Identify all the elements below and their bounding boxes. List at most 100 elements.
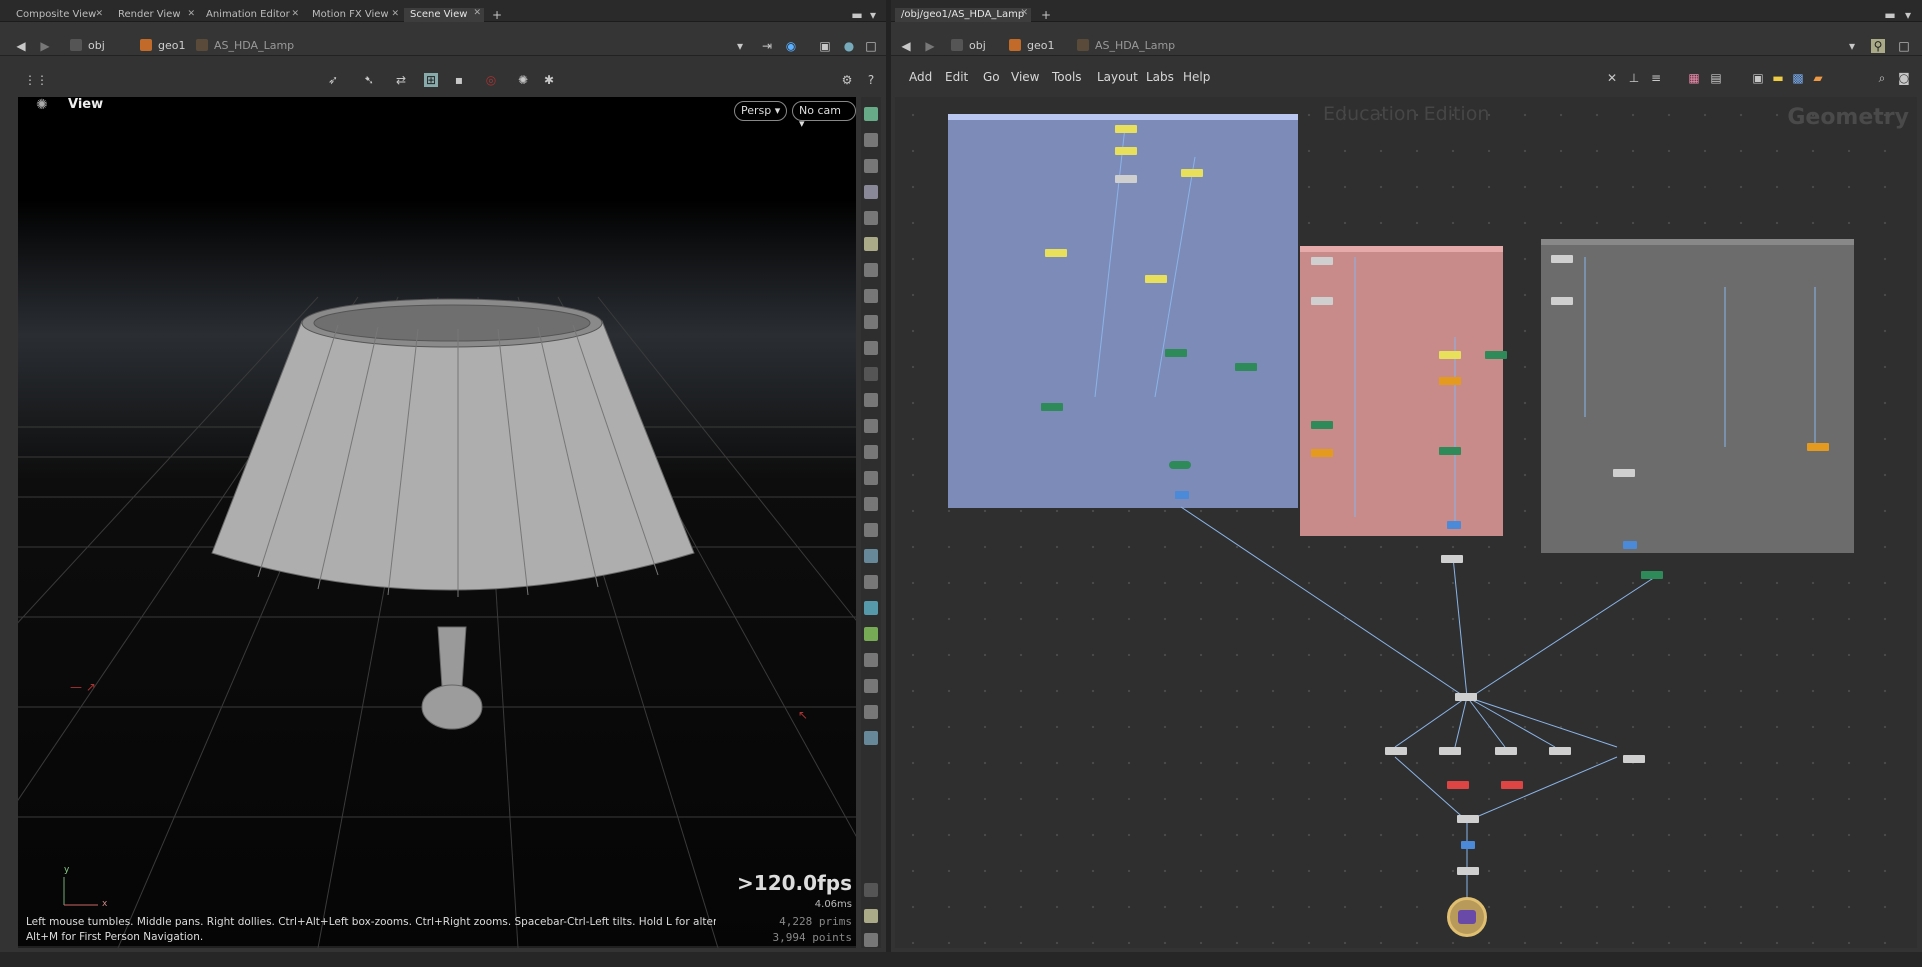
numbered-icon[interactable] xyxy=(864,445,878,459)
transform-tool-icon[interactable]: ➷ xyxy=(362,73,376,87)
light-icon[interactable] xyxy=(864,237,878,251)
pin-icon[interactable]: ⇥ xyxy=(760,39,774,53)
node[interactable] xyxy=(1551,297,1573,305)
display-icon[interactable] xyxy=(864,107,878,121)
layout-icon[interactable] xyxy=(864,909,878,923)
lights-icon[interactable]: ✺ xyxy=(516,73,530,87)
node[interactable] xyxy=(1145,275,1167,283)
sphere-icon[interactable] xyxy=(864,211,878,225)
node[interactable] xyxy=(1041,403,1063,411)
menu-edit[interactable]: Edit xyxy=(945,70,968,84)
camera-icon[interactable] xyxy=(864,315,878,329)
node[interactable] xyxy=(1311,297,1333,305)
close-icon[interactable]: ✕ xyxy=(1020,8,1028,18)
path-dropdown-icon[interactable]: ▾ xyxy=(1845,39,1859,53)
node[interactable] xyxy=(1495,747,1517,755)
breadcrumb-obj[interactable]: obj xyxy=(70,39,105,55)
node[interactable] xyxy=(1115,175,1137,183)
chevron-down-icon[interactable]: ▾ xyxy=(1901,8,1915,22)
node[interactable] xyxy=(1447,781,1469,789)
brush-icon[interactable] xyxy=(864,393,878,407)
add-tab-icon[interactable]: + xyxy=(1039,8,1053,22)
snap-icon[interactable]: ⊞ xyxy=(424,73,438,87)
bulb-icon[interactable] xyxy=(864,263,878,277)
network-canvas[interactable]: Education Edition Geometry xyxy=(895,97,1917,948)
node[interactable] xyxy=(1169,461,1191,469)
render-icon[interactable]: ✱ xyxy=(542,73,556,87)
node[interactable] xyxy=(1623,541,1637,549)
pin-icon[interactable] xyxy=(864,731,878,745)
breadcrumb-geo1[interactable]: geo1 xyxy=(140,39,185,55)
add-tab-icon[interactable]: + xyxy=(490,8,504,22)
node[interactable] xyxy=(1439,351,1461,359)
settings-icon[interactable]: ⚙ xyxy=(840,73,854,87)
node[interactable] xyxy=(1115,125,1137,133)
node[interactable] xyxy=(1641,571,1663,579)
tab-composite-view[interactable]: Composite View ✕ xyxy=(10,9,106,22)
node[interactable] xyxy=(1311,257,1333,265)
tree-icon[interactable]: ⊥ xyxy=(1627,71,1641,85)
maximize-icon[interactable]: □ xyxy=(864,39,878,53)
link-icon[interactable]: ◉ xyxy=(784,39,798,53)
node[interactable] xyxy=(1045,249,1067,257)
path-dropdown-icon[interactable]: ▾ xyxy=(733,39,747,53)
network-box-icon[interactable]: ▩ xyxy=(1791,71,1805,85)
tab-scene-view[interactable]: Scene View ✕ xyxy=(404,8,484,22)
menu-add[interactable]: Add xyxy=(909,70,932,84)
close-icon[interactable]: ✕ xyxy=(187,9,195,19)
node[interactable] xyxy=(1175,491,1189,499)
back-icon[interactable]: ◀ xyxy=(899,39,913,53)
help-icon[interactable]: ? xyxy=(864,73,878,87)
node[interactable] xyxy=(1311,421,1333,429)
menu-go[interactable]: Go xyxy=(983,70,1000,84)
shading-icon[interactable]: ● xyxy=(842,39,856,53)
viewport-scene[interactable]: — ↗ ↖ xyxy=(18,97,856,948)
node[interactable] xyxy=(1807,443,1829,451)
frame-icon[interactable] xyxy=(864,679,878,693)
record-icon[interactable]: ◎ xyxy=(484,73,498,87)
capture-icon[interactable] xyxy=(864,933,878,947)
node[interactable] xyxy=(1165,349,1187,357)
output-node[interactable] xyxy=(1447,897,1487,937)
group-icon[interactable] xyxy=(864,289,878,303)
node[interactable] xyxy=(1623,755,1645,763)
sticky-note-icon[interactable]: ▬ xyxy=(1771,71,1785,85)
uv-icon[interactable] xyxy=(864,627,878,641)
breadcrumb-as-hda-lamp[interactable]: AS_HDA_Lamp xyxy=(1077,39,1175,55)
bucket-icon[interactable] xyxy=(864,497,878,511)
node[interactable] xyxy=(1485,351,1507,359)
node[interactable] xyxy=(1551,255,1573,263)
render-region-icon[interactable] xyxy=(864,341,878,355)
tool-icon[interactable] xyxy=(864,653,878,667)
node[interactable] xyxy=(1455,693,1477,701)
close-icon[interactable]: ✕ xyxy=(95,9,103,19)
camera-icon[interactable]: ◙ xyxy=(1897,71,1911,85)
visibility-icon[interactable] xyxy=(864,133,878,147)
info-icon[interactable] xyxy=(864,883,878,897)
grid-menu-icon[interactable]: ⋮⋮ xyxy=(24,73,48,87)
node[interactable] xyxy=(1385,747,1407,755)
close-icon[interactable]: ✕ xyxy=(391,9,399,19)
tab-network-editor[interactable]: /obj/geo1/AS_HDA_Lamp ✕ xyxy=(895,8,1031,22)
lamp-model[interactable] xyxy=(211,298,695,730)
tab-animation-editor[interactable]: Animation Editor ✕ xyxy=(200,9,302,22)
screenshot-icon[interactable] xyxy=(864,705,878,719)
maximize-icon[interactable]: □ xyxy=(1897,39,1911,53)
color-palette-icon[interactable]: ▦ xyxy=(1687,71,1701,85)
node[interactable] xyxy=(1457,815,1479,823)
pin-icon[interactable]: ⚲ xyxy=(1871,39,1885,53)
cube-icon[interactable] xyxy=(864,601,878,615)
node[interactable] xyxy=(1235,363,1257,371)
tab-motion-fx-view[interactable]: Motion FX View ✕ xyxy=(306,9,402,22)
node[interactable] xyxy=(1457,867,1479,875)
handle-icon[interactable]: ▪ xyxy=(452,73,466,87)
node[interactable] xyxy=(1115,147,1137,155)
breadcrumb-as-hda-lamp[interactable]: AS_HDA_Lamp xyxy=(196,39,294,55)
lock-icon[interactable] xyxy=(864,159,878,173)
shelf-icon[interactable] xyxy=(864,549,878,563)
breadcrumb-obj[interactable]: obj xyxy=(951,39,986,55)
node[interactable] xyxy=(1439,447,1461,455)
chevron-down-icon[interactable]: ▾ xyxy=(866,8,880,22)
pane-menu-icon[interactable]: ▬ xyxy=(850,8,864,22)
tab-render-view[interactable]: Render View ✕ xyxy=(112,9,198,22)
